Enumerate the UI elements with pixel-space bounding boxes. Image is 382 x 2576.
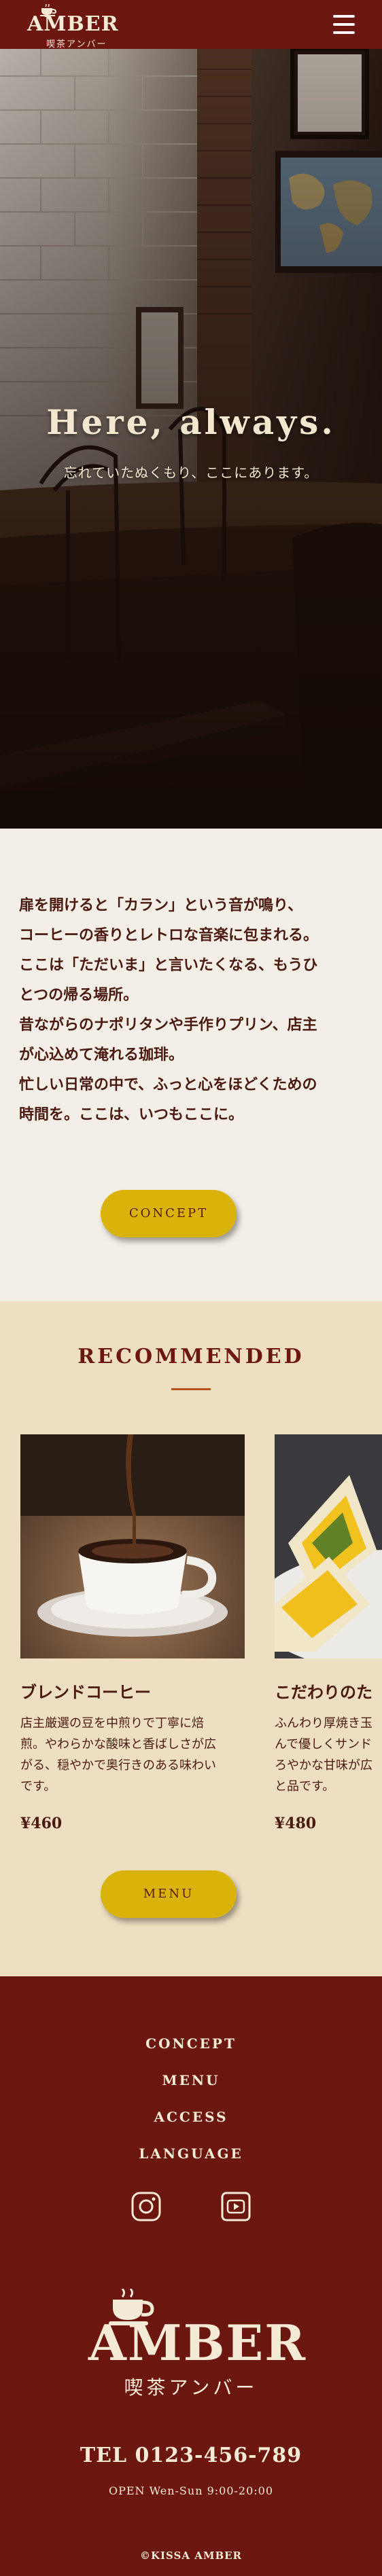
card-price: ¥480 xyxy=(275,1815,317,1832)
phone-number[interactable]: TEL 0123-456-789 xyxy=(0,2444,382,2467)
title-underline xyxy=(171,1388,211,1390)
intro-line: が心込めて淹れる珈琲。 xyxy=(19,1047,184,1064)
card-desc-line: んで優しくサンド xyxy=(275,1737,372,1752)
hero-section: Here, always. 忘れていたぬくもり、ここにあります。 xyxy=(0,49,382,829)
footer-logo-text: AMBER xyxy=(88,2314,307,2372)
sandwich-photo xyxy=(275,1434,382,1658)
footer-nav: CONCEPT MENU ACCESS LANGUAGE xyxy=(0,2025,382,2172)
card-name: ブレンドコーヒー xyxy=(20,1683,151,1702)
footer-nav-access[interactable]: ACCESS xyxy=(0,2099,382,2135)
card-desc-line: ろやかな甘味が広 xyxy=(275,1758,372,1773)
footer-nav-menu[interactable]: MENU xyxy=(0,2062,382,2099)
footer-nav-language[interactable]: LANGUAGE xyxy=(0,2135,382,2172)
instagram-icon[interactable] xyxy=(131,2191,162,2222)
hero-title: Here, always. xyxy=(46,402,336,442)
intro-line: 昔ながらのナポリタンや手作りプリン、店主 xyxy=(19,1017,317,1034)
menu-button[interactable]: MENU xyxy=(101,1870,237,1918)
opening-hours: OPEN Wen-Sun 9:00-20:00 xyxy=(108,2484,274,2497)
card-desc-line: がる、穏やかで奥行きのある味わい xyxy=(20,1758,216,1773)
footer-logo-subtitle: 喫茶アンバー xyxy=(124,2376,258,2399)
hero-subtitle: 忘れていたぬくもり、ここにあります。 xyxy=(63,465,319,481)
site-footer: CONCEPT MENU ACCESS LANGUAGE AMBER 喫茶アンバ… xyxy=(0,1976,382,2576)
intro-line: 時間を。ここは、いつもここに。 xyxy=(19,1106,244,1123)
card-name: こだわりのた xyxy=(275,1683,372,1702)
intro-line: 忙しい日常の中で、ふっと心をほどくための xyxy=(19,1076,317,1093)
intro-line: とつの帰る場所。 xyxy=(19,987,139,1004)
card-desc-line: 煎。やわらかな酸味と香ばしさが広 xyxy=(20,1737,216,1752)
copyright: ©KISSA AMBER xyxy=(139,2550,243,2562)
concept-button[interactable]: CONCEPT xyxy=(101,1190,237,1237)
card-description: 店主厳選の豆を中煎りで丁寧に焙 煎。やわらかな酸味と香ばしさが広 がる、穏やかで… xyxy=(20,1713,238,1797)
intro-line: ここは「ただいま」と言いたくなる、もうひ xyxy=(19,957,318,974)
site-header: AMBER 喫茶アンバー xyxy=(0,0,382,50)
recommended-section: RECOMMENDED ブレンドコーヒー 店主厳選の豆を中煎りで丁寧に焙 煎。や… xyxy=(0,1301,382,1976)
footer-nav-concept[interactable]: CONCEPT xyxy=(0,2025,382,2062)
intro-section: 扉を開けると「カラン」という音が鳴り、 コーヒーの香りとレトロな音楽に包まれる。… xyxy=(0,829,382,1301)
card-description: ふんわり厚焼き玉 んで優しくサンド ろやかな甘味が広 と品です。 xyxy=(275,1713,382,1797)
youtube-icon[interactable] xyxy=(220,2191,251,2222)
header-logo[interactable]: AMBER 喫茶アンバー xyxy=(27,4,122,50)
logo-subtitle: 喫茶アンバー xyxy=(46,39,107,50)
card-price: ¥460 xyxy=(20,1815,63,1832)
card-desc-line: ふんわり厚焼き玉 xyxy=(275,1716,372,1730)
intro-line: 扉を開けると「カラン」という音が鳴り、 xyxy=(19,897,303,914)
footer-logo: AMBER 喫茶アンバー xyxy=(88,2289,307,2404)
card-desc-line: です。 xyxy=(20,1779,56,1794)
coffee-photo xyxy=(20,1434,245,1658)
hamburger-icon[interactable] xyxy=(333,15,355,34)
intro-line: コーヒーの香りとレトロな音楽に包まれる。 xyxy=(19,927,319,944)
recommended-title: RECOMMENDED xyxy=(77,1345,305,1368)
intro-text: 扉を開けると「カラン」という音が鳴り、 コーヒーの香りとレトロな音楽に包まれる。… xyxy=(19,891,366,1130)
card-desc-line: と品です。 xyxy=(275,1779,335,1794)
logo-text: AMBER xyxy=(27,12,119,36)
card-desc-line: 店主厳選の豆を中煎りで丁寧に焙 xyxy=(20,1716,204,1730)
